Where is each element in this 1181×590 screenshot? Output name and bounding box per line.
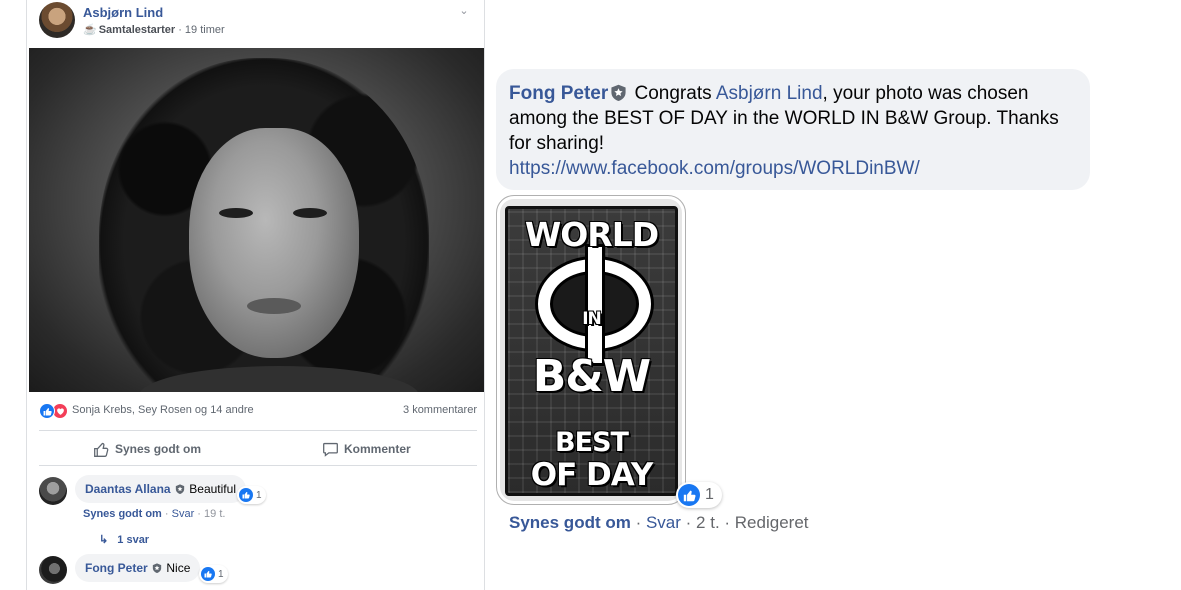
featured-comment-actions: Synes godt om · Svar · 2 t. · Redigeret [509,513,809,532]
reactions-summary: Sonja Krebs, Sey Rosen og 14 andre 3 kom… [39,402,477,420]
comment-bubble: Daantas Allana Beautiful [75,475,246,503]
reply-arrow-icon: ↳ [99,534,109,546]
thumbs-up-icon [94,442,109,457]
comment-item: Daantas Allana Beautiful 1 Synes godt om… [39,475,479,546]
like-button-label: Synes godt om [115,442,202,456]
logo-word-in: IN [582,309,602,329]
comment-actions: Synes godt om · Svar · 19 t. [83,508,226,520]
photo-face [189,128,359,358]
shield-badge-icon [175,484,185,494]
reaction-count: 1 [218,568,224,580]
comment-item: Fong Peter Nice 1 [39,554,479,590]
photo-eye-left [219,208,253,218]
post-card: Asbjørn Lind ☕ Samtalestarter · 19 timer … [26,0,485,590]
post-author[interactable]: Asbjørn Lind [83,5,163,20]
world-in-bw-logo-image[interactable]: WORLD IN B&W BEST OF DAY [496,195,686,505]
photo-eye-right [293,208,327,218]
featured-comment-bubble: Fong Peter Congrats Asbjørn Lind, your p… [496,69,1090,190]
post-time[interactable]: 19 timer [185,24,225,36]
featured-text-before: Congrats [629,83,716,104]
comment-time[interactable]: 19 t. [204,508,225,520]
mention-link[interactable]: Asbjørn Lind [716,83,823,104]
logo-word-bw: B&W [532,351,651,402]
comment-bubble: Fong Peter Nice [75,554,201,582]
comment-reply-link[interactable]: Svar [172,508,195,520]
like-reaction-icon [239,488,253,502]
post-header: Asbjørn Lind ☕ Samtalestarter · 19 timer … [39,2,479,44]
like-button[interactable]: Synes godt om [93,439,201,459]
post-photo[interactable] [29,48,484,392]
logo-badge: WORLD IN B&W BEST OF DAY [505,206,678,496]
reactors-text[interactable]: Sonja Krebs, Sey Rosen og 14 andre [72,404,254,416]
group-url-link[interactable]: https://www.facebook.com/groups/WORLDinB… [509,158,920,179]
like-reaction-icon [39,403,55,419]
commenter-name[interactable]: Daantas Allana [85,482,171,496]
post-action-bar: Synes godt om Kommenter [39,430,477,466]
badge-label: Samtalestarter [98,24,176,36]
comment-like-link[interactable]: Synes godt om [83,508,162,520]
comment-reactions[interactable]: 1 [199,565,228,583]
reaction-icons[interactable] [39,403,71,419]
featured-time[interactable]: 2 t. [696,513,720,532]
author-avatar[interactable] [39,2,75,38]
phi-bar-icon [588,247,602,363]
commenter-name[interactable]: Fong Peter [85,561,148,575]
reaction-count: 1 [256,489,262,501]
like-reaction-icon [678,484,700,506]
like-reaction-icon [201,567,215,581]
view-replies-link[interactable]: ↳ 1 svar [99,533,149,546]
coffee-cup-icon: ☕ [83,24,97,36]
logo-word-best: BEST [555,427,629,458]
speech-bubble-icon [323,442,338,457]
commenter-avatar[interactable] [39,556,67,584]
comment-text: Nice [166,561,191,575]
replies-count: 1 svar [117,534,150,546]
shield-badge-icon [611,84,626,101]
comments-count[interactable]: 3 kommentarer [403,404,477,416]
comment-reactions[interactable]: 1 [237,486,266,504]
featured-reply-link[interactable]: Svar [646,513,681,532]
featured-like-link[interactable]: Synes godt om [509,513,631,532]
comment-button-label: Kommenter [344,442,411,456]
edited-label[interactable]: Redigeret [735,513,809,532]
comment-text: Beautiful [189,482,236,496]
featured-commenter-name[interactable]: Fong Peter [509,83,608,104]
chevron-down-icon[interactable]: ⌄ [457,4,471,18]
photo-lips [247,298,301,314]
shield-badge-icon [152,563,162,573]
featured-reactions[interactable]: 1 [676,482,722,508]
comment-button[interactable]: Kommenter [322,439,484,459]
logo-word-of-day: OF DAY [530,457,654,493]
post-subline: ☕ Samtalestarter · 19 timer [83,24,225,36]
logo-word-world: WORLD [524,215,659,254]
reaction-count: 1 [705,486,714,503]
commenter-avatar[interactable] [39,477,67,505]
